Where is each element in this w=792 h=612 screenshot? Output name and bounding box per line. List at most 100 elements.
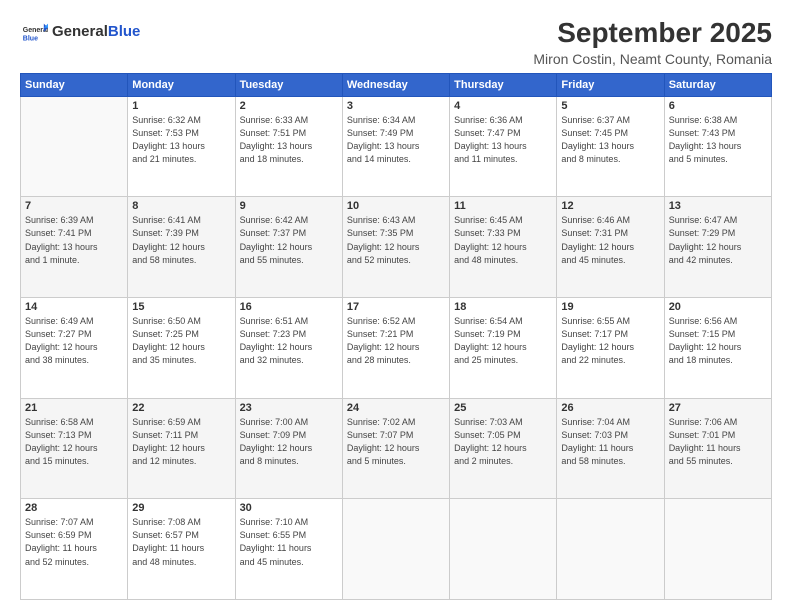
day-cell: 14 Sunrise: 6:49 AM Sunset: 7:27 PM Dayli…	[21, 298, 128, 399]
day-detail: Sunrise: 7:02 AM Sunset: 7:07 PM Dayligh…	[347, 416, 445, 468]
day-number: 17	[347, 301, 445, 313]
day-detail: Sunrise: 6:45 AM Sunset: 7:33 PM Dayligh…	[454, 214, 552, 266]
day-detail: Sunrise: 6:52 AM Sunset: 7:21 PM Dayligh…	[347, 315, 445, 367]
day-number: 4	[454, 100, 552, 112]
day-detail: Sunrise: 6:38 AM Sunset: 7:43 PM Dayligh…	[669, 114, 767, 166]
day-number: 14	[25, 301, 123, 313]
day-detail: Sunrise: 6:46 AM Sunset: 7:31 PM Dayligh…	[561, 214, 659, 266]
svg-text:Blue: Blue	[23, 35, 38, 42]
day-cell: 8 Sunrise: 6:41 AM Sunset: 7:39 PM Daylig…	[128, 197, 235, 298]
day-number: 9	[240, 200, 338, 212]
weekday-header-sunday: Sunday	[21, 73, 128, 96]
day-detail: Sunrise: 6:43 AM Sunset: 7:35 PM Dayligh…	[347, 214, 445, 266]
day-number: 19	[561, 301, 659, 313]
day-number: 2	[240, 100, 338, 112]
day-cell: 1Sunrise: 6:32 AM Sunset: 7:53 PM Daylig…	[128, 96, 235, 197]
day-number: 10	[347, 200, 445, 212]
day-detail: Sunrise: 6:37 AM Sunset: 7:45 PM Dayligh…	[561, 114, 659, 166]
weekday-header-tuesday: Tuesday	[235, 73, 342, 96]
day-detail: Sunrise: 7:07 AM Sunset: 6:59 PM Dayligh…	[25, 516, 123, 568]
day-detail: Sunrise: 6:59 AM Sunset: 7:11 PM Dayligh…	[132, 416, 230, 468]
weekday-header-row: SundayMondayTuesdayWednesdayThursdayFrid…	[21, 73, 772, 96]
page: General Blue GeneralBlue September 2025 …	[0, 0, 792, 612]
day-cell	[557, 499, 664, 600]
day-detail: Sunrise: 6:50 AM Sunset: 7:25 PM Dayligh…	[132, 315, 230, 367]
day-number: 26	[561, 402, 659, 414]
day-detail: Sunrise: 6:41 AM Sunset: 7:39 PM Dayligh…	[132, 214, 230, 266]
day-cell: 18 Sunrise: 6:54 AM Sunset: 7:19 PM Dayli…	[450, 298, 557, 399]
day-detail: Sunrise: 6:51 AM Sunset: 7:23 PM Dayligh…	[240, 315, 338, 367]
day-cell: 20 Sunrise: 6:56 AM Sunset: 7:15 PM Dayli…	[664, 298, 771, 399]
day-cell: 19 Sunrise: 6:55 AM Sunset: 7:17 PM Dayli…	[557, 298, 664, 399]
day-number: 23	[240, 402, 338, 414]
day-number: 6	[669, 100, 767, 112]
location-title: Miron Costin, Neamt County, Romania	[533, 51, 772, 67]
day-detail: Sunrise: 6:33 AM Sunset: 7:51 PM Dayligh…	[240, 114, 338, 166]
weekday-header-saturday: Saturday	[664, 73, 771, 96]
day-detail: Sunrise: 6:58 AM Sunset: 7:13 PM Dayligh…	[25, 416, 123, 468]
week-row-1: 1Sunrise: 6:32 AM Sunset: 7:53 PM Daylig…	[21, 96, 772, 197]
day-number: 25	[454, 402, 552, 414]
day-detail: Sunrise: 6:32 AM Sunset: 7:53 PM Dayligh…	[132, 114, 230, 166]
day-number: 11	[454, 200, 552, 212]
day-number: 13	[669, 200, 767, 212]
day-cell: 23 Sunrise: 7:00 AM Sunset: 7:09 PM Dayli…	[235, 398, 342, 499]
weekday-header-thursday: Thursday	[450, 73, 557, 96]
day-cell: 2 Sunrise: 6:33 AM Sunset: 7:51 PM Daylig…	[235, 96, 342, 197]
day-cell	[664, 499, 771, 600]
day-cell: 15 Sunrise: 6:50 AM Sunset: 7:25 PM Dayli…	[128, 298, 235, 399]
day-detail: Sunrise: 6:56 AM Sunset: 7:15 PM Dayligh…	[669, 315, 767, 367]
week-row-2: 7Sunrise: 6:39 AM Sunset: 7:41 PM Daylig…	[21, 197, 772, 298]
month-title: September 2025	[533, 18, 772, 49]
day-number: 7	[25, 200, 123, 212]
day-detail: Sunrise: 6:49 AM Sunset: 7:27 PM Dayligh…	[25, 315, 123, 367]
day-cell: 24 Sunrise: 7:02 AM Sunset: 7:07 PM Dayli…	[342, 398, 449, 499]
day-number: 21	[25, 402, 123, 414]
day-cell: 29Sunrise: 7:08 AM Sunset: 6:57 PM Dayli…	[128, 499, 235, 600]
day-cell	[21, 96, 128, 197]
logo: General Blue GeneralBlue	[20, 18, 140, 46]
weekday-header-wednesday: Wednesday	[342, 73, 449, 96]
weekday-header-friday: Friday	[557, 73, 664, 96]
day-cell: 5 Sunrise: 6:37 AM Sunset: 7:45 PM Daylig…	[557, 96, 664, 197]
day-detail: Sunrise: 6:54 AM Sunset: 7:19 PM Dayligh…	[454, 315, 552, 367]
day-cell: 30 Sunrise: 7:10 AM Sunset: 6:55 PM Dayli…	[235, 499, 342, 600]
day-number: 27	[669, 402, 767, 414]
day-detail: Sunrise: 6:55 AM Sunset: 7:17 PM Dayligh…	[561, 315, 659, 367]
logo-blue: Blue	[108, 23, 141, 40]
day-cell: 22 Sunrise: 6:59 AM Sunset: 7:11 PM Dayli…	[128, 398, 235, 499]
day-cell: 17 Sunrise: 6:52 AM Sunset: 7:21 PM Dayli…	[342, 298, 449, 399]
day-number: 3	[347, 100, 445, 112]
day-number: 5	[561, 100, 659, 112]
day-cell: 25 Sunrise: 7:03 AM Sunset: 7:05 PM Dayli…	[450, 398, 557, 499]
weekday-header-monday: Monday	[128, 73, 235, 96]
day-detail: Sunrise: 7:00 AM Sunset: 7:09 PM Dayligh…	[240, 416, 338, 468]
calendar-table: SundayMondayTuesdayWednesdayThursdayFrid…	[20, 73, 772, 600]
day-detail: Sunrise: 6:34 AM Sunset: 7:49 PM Dayligh…	[347, 114, 445, 166]
day-detail: Sunrise: 6:47 AM Sunset: 7:29 PM Dayligh…	[669, 214, 767, 266]
day-number: 8	[132, 200, 230, 212]
day-detail: Sunrise: 7:04 AM Sunset: 7:03 PM Dayligh…	[561, 416, 659, 468]
day-cell: 4Sunrise: 6:36 AM Sunset: 7:47 PM Daylig…	[450, 96, 557, 197]
day-cell: 7Sunrise: 6:39 AM Sunset: 7:41 PM Daylig…	[21, 197, 128, 298]
day-number: 22	[132, 402, 230, 414]
day-cell: 13 Sunrise: 6:47 AM Sunset: 7:29 PM Dayli…	[664, 197, 771, 298]
day-number: 24	[347, 402, 445, 414]
day-number: 12	[561, 200, 659, 212]
day-number: 20	[669, 301, 767, 313]
day-number: 30	[240, 502, 338, 514]
logo-text: GeneralBlue	[52, 23, 140, 41]
day-detail: Sunrise: 7:10 AM Sunset: 6:55 PM Dayligh…	[240, 516, 338, 568]
day-number: 18	[454, 301, 552, 313]
day-detail: Sunrise: 7:08 AM Sunset: 6:57 PM Dayligh…	[132, 516, 230, 568]
day-number: 15	[132, 301, 230, 313]
day-cell: 11 Sunrise: 6:45 AM Sunset: 7:33 PM Dayli…	[450, 197, 557, 298]
day-cell: 27 Sunrise: 7:06 AM Sunset: 7:01 PM Dayli…	[664, 398, 771, 499]
logo-icon: General Blue	[20, 18, 48, 46]
week-row-5: 28Sunrise: 7:07 AM Sunset: 6:59 PM Dayli…	[21, 499, 772, 600]
day-cell: 12 Sunrise: 6:46 AM Sunset: 7:31 PM Dayli…	[557, 197, 664, 298]
day-cell: 26 Sunrise: 7:04 AM Sunset: 7:03 PM Dayli…	[557, 398, 664, 499]
header-row: General Blue GeneralBlue September 2025 …	[20, 18, 772, 67]
day-detail: Sunrise: 7:03 AM Sunset: 7:05 PM Dayligh…	[454, 416, 552, 468]
day-detail: Sunrise: 7:06 AM Sunset: 7:01 PM Dayligh…	[669, 416, 767, 468]
